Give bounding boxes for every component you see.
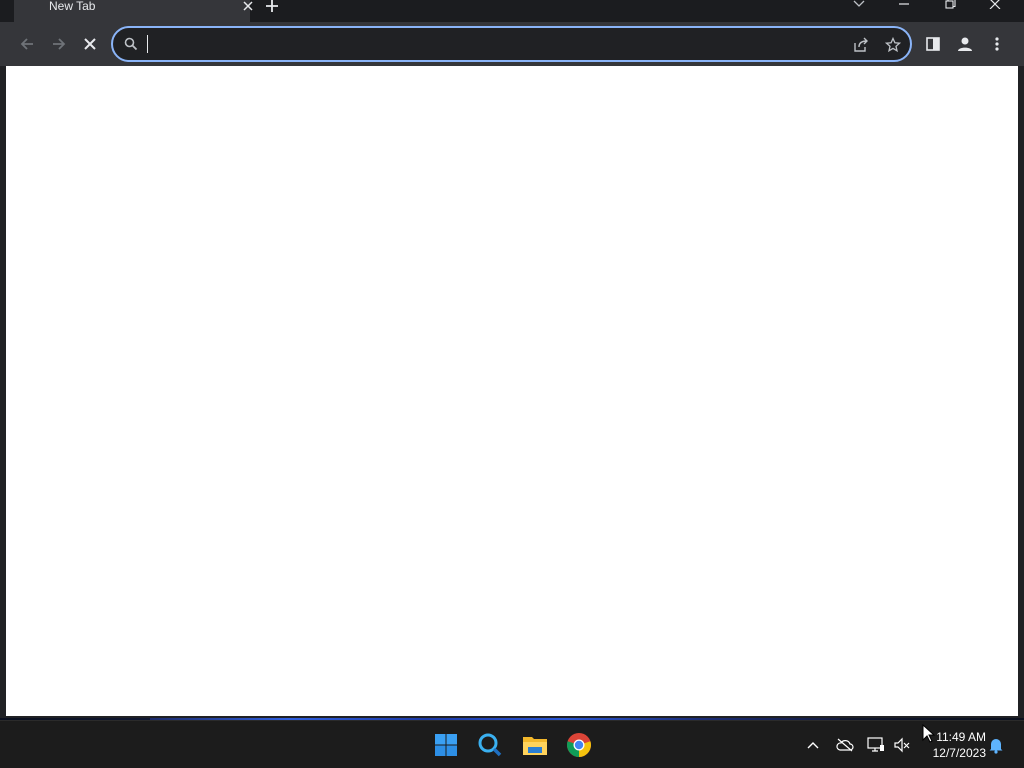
address-input[interactable] xyxy=(145,34,835,54)
tab-title: New Tab xyxy=(49,0,96,13)
kebab-menu-icon[interactable] xyxy=(987,34,1007,54)
browser-toolbar xyxy=(0,22,1024,66)
forward-arrow-icon[interactable] xyxy=(47,32,71,56)
tab-search-icon[interactable] xyxy=(847,0,871,12)
cloud-offline-icon[interactable] xyxy=(835,735,855,755)
search-icon xyxy=(123,36,139,52)
plus-icon[interactable] xyxy=(262,0,282,16)
restore-icon[interactable] xyxy=(938,0,962,12)
close-window-icon[interactable] xyxy=(983,0,1007,12)
star-icon[interactable] xyxy=(884,36,902,54)
taskbar: 11:49 AM 12/7/2023 xyxy=(0,720,1024,768)
share-icon[interactable] xyxy=(852,36,870,54)
back-arrow-icon[interactable] xyxy=(15,32,39,56)
stop-loading-icon[interactable] xyxy=(78,32,102,56)
tab-new-tab[interactable]: New Tab xyxy=(14,0,253,22)
browser-window: New Tab xyxy=(0,0,1024,718)
clock-date: 12/7/2023 xyxy=(932,746,986,760)
mouse-cursor xyxy=(922,724,936,743)
network-icon[interactable] xyxy=(866,735,886,755)
tab-strip: New Tab xyxy=(0,0,1024,22)
address-bar[interactable] xyxy=(111,26,912,62)
minimize-icon[interactable] xyxy=(892,0,916,12)
page-content[interactable] xyxy=(6,66,1018,716)
search-app-icon[interactable] xyxy=(476,731,504,759)
bell-icon[interactable] xyxy=(986,735,1006,755)
volume-muted-icon[interactable] xyxy=(892,735,912,755)
profile-icon[interactable] xyxy=(955,34,975,54)
close-icon[interactable] xyxy=(240,0,256,14)
windows-start-icon[interactable] xyxy=(432,731,460,759)
chevron-up-icon[interactable] xyxy=(803,735,823,755)
file-explorer-icon[interactable] xyxy=(521,731,549,759)
text-caret xyxy=(147,35,148,53)
chrome-icon[interactable] xyxy=(565,731,593,759)
side-panel-icon[interactable] xyxy=(923,34,943,54)
